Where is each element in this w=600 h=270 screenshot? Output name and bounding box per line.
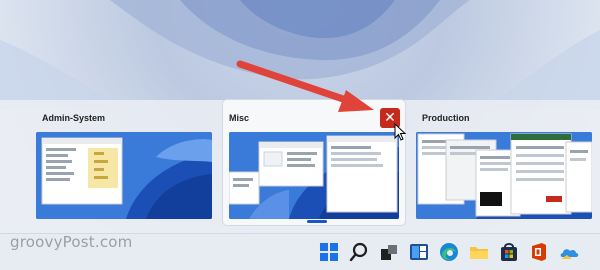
annotation-arrow bbox=[236, 60, 374, 112]
mouse-cursor-icon bbox=[394, 123, 407, 141]
task-view-icon[interactable] bbox=[378, 241, 400, 263]
file-explorer-icon[interactable] bbox=[468, 241, 490, 263]
site-watermark: groovyPost.com bbox=[10, 233, 133, 251]
store-icon[interactable] bbox=[498, 241, 520, 263]
office-icon[interactable] bbox=[528, 241, 550, 263]
edge-icon[interactable] bbox=[438, 241, 460, 263]
widgets-icon[interactable] bbox=[408, 241, 430, 263]
windows-start-icon[interactable] bbox=[318, 241, 340, 263]
onedrive-icon[interactable] bbox=[558, 241, 580, 263]
search-icon[interactable] bbox=[348, 241, 370, 263]
